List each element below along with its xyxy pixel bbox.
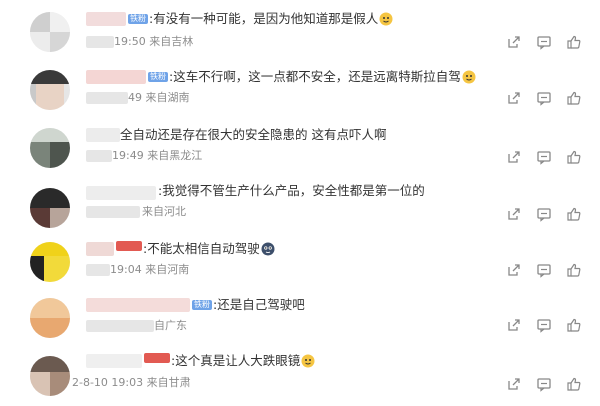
comment-icon[interactable] bbox=[536, 149, 552, 165]
comment-actions bbox=[506, 206, 586, 222]
share-icon[interactable] bbox=[506, 34, 522, 50]
comment-meta: 19:49 来自黑龙江 bbox=[112, 149, 202, 163]
comment-item: :我觉得不管生产什么产品，安全性都是第一位的 来自河北 bbox=[0, 180, 600, 238]
share-icon[interactable] bbox=[506, 376, 522, 392]
comment-location: 来自吉林 bbox=[149, 35, 194, 48]
avatar[interactable] bbox=[30, 242, 70, 282]
share-icon[interactable] bbox=[506, 149, 522, 165]
comment-text: 铁粉:这车不行啊，这一点都不安全，还是远离特斯拉自驾 bbox=[148, 69, 476, 85]
blurred-username bbox=[86, 298, 190, 312]
comment-actions bbox=[506, 317, 586, 333]
blurred-username bbox=[86, 128, 120, 142]
comment-time: 49 bbox=[128, 91, 142, 104]
comment-actions bbox=[506, 149, 586, 165]
blurred-username bbox=[86, 12, 126, 26]
comment-icon[interactable] bbox=[536, 376, 552, 392]
comment-meta: 2-8-10 19:03 来自甘肃 bbox=[72, 376, 191, 390]
comment-time: 19:50 bbox=[114, 35, 146, 48]
comment-time: 19:49 bbox=[112, 149, 144, 162]
fan-badge: 铁粉 bbox=[148, 72, 168, 82]
like-icon[interactable] bbox=[566, 34, 582, 50]
blurred-username bbox=[86, 186, 156, 200]
doge-emoji-icon bbox=[462, 70, 476, 84]
comment-item: 铁粉:这车不行啊，这一点都不安全，还是远离特斯拉自驾 49 来自湖南 bbox=[0, 64, 600, 122]
doge-emoji-icon bbox=[379, 12, 393, 26]
comment-item: 铁粉:还是自己驾驶吧 自广东 bbox=[0, 292, 600, 350]
comment-icon[interactable] bbox=[536, 317, 552, 333]
comment-meta: 来自河北 bbox=[142, 205, 186, 219]
blurred-date bbox=[86, 36, 114, 48]
fan-badge: 铁粉 bbox=[128, 14, 148, 24]
share-icon[interactable] bbox=[506, 206, 522, 222]
like-icon[interactable] bbox=[566, 149, 582, 165]
comment-meta: 49 来自湖南 bbox=[128, 91, 190, 105]
comment-actions bbox=[506, 262, 586, 278]
comment-text: 铁粉:还是自己驾驶吧 bbox=[192, 297, 305, 312]
fan-badge: 铁粉 bbox=[192, 300, 212, 310]
comment-actions bbox=[506, 90, 586, 106]
comment-location: 来自河南 bbox=[145, 263, 190, 276]
comment-icon[interactable] bbox=[536, 90, 552, 106]
comment-text: :这个真是让人大跌眼镜 bbox=[144, 353, 315, 369]
comment-feed: 铁粉:有没有一种可能，是因为他知道那是假人 19:50 来自吉林 铁粉:这车不行… bbox=[0, 0, 600, 404]
comment-location: 来自黑龙江 bbox=[147, 149, 203, 162]
comment-item: :不能太相信自动驾驶 19:04 来自河南 bbox=[0, 236, 600, 294]
comment-location: 自广东 bbox=[154, 319, 187, 332]
like-icon[interactable] bbox=[566, 90, 582, 106]
comment-location: 来自甘肃 bbox=[146, 376, 191, 389]
blurred-date bbox=[86, 92, 128, 104]
dizzy-emoji-icon bbox=[261, 242, 275, 256]
comment-time: 19:04 bbox=[110, 263, 142, 276]
blurred-date bbox=[86, 264, 110, 276]
comment-item: 全自动还是存在很大的安全隐患的 这有点吓人啊 19:49 来自黑龙江 bbox=[0, 122, 600, 180]
blurred-date bbox=[86, 150, 112, 162]
avatar[interactable] bbox=[30, 128, 70, 168]
avatar[interactable] bbox=[30, 70, 70, 110]
blurred-username bbox=[86, 242, 114, 256]
comment-text: 铁粉:有没有一种可能，是因为他知道那是假人 bbox=[128, 11, 393, 27]
like-icon[interactable] bbox=[566, 317, 582, 333]
blurred-username bbox=[86, 354, 142, 368]
comment-icon[interactable] bbox=[536, 262, 552, 278]
avatar[interactable] bbox=[30, 12, 70, 52]
like-icon[interactable] bbox=[566, 376, 582, 392]
comment-text: :我觉得不管生产什么产品，安全性都是第一位的 bbox=[158, 183, 425, 198]
vip-badge bbox=[116, 241, 142, 251]
avatar[interactable] bbox=[30, 188, 70, 228]
comment-icon[interactable] bbox=[536, 34, 552, 50]
like-icon[interactable] bbox=[566, 262, 582, 278]
comment-location: 来自河北 bbox=[142, 205, 186, 218]
avatar[interactable] bbox=[30, 356, 70, 396]
avatar[interactable] bbox=[30, 298, 70, 338]
blurred-username bbox=[86, 70, 146, 84]
comment-time: 2-8-10 19:03 bbox=[72, 376, 144, 389]
comment-meta: 19:04 来自河南 bbox=[110, 263, 189, 277]
comment-icon[interactable] bbox=[536, 206, 552, 222]
doge-emoji-icon bbox=[301, 354, 315, 368]
blurred-date bbox=[86, 320, 154, 332]
comment-actions bbox=[506, 376, 586, 392]
comment-item: :这个真是让人大跌眼镜 2-8-10 19:03 来自甘肃 bbox=[0, 348, 600, 406]
share-icon[interactable] bbox=[506, 317, 522, 333]
comment-meta: 19:50 来自吉林 bbox=[114, 35, 193, 49]
comment-item: 铁粉:有没有一种可能，是因为他知道那是假人 19:50 来自吉林 bbox=[0, 4, 600, 62]
comment-location: 来自湖南 bbox=[145, 91, 190, 104]
comment-actions bbox=[506, 34, 586, 50]
share-icon[interactable] bbox=[506, 90, 522, 106]
comment-meta: 自广东 bbox=[154, 319, 187, 333]
like-icon[interactable] bbox=[566, 206, 582, 222]
comment-text: 全自动还是存在很大的安全隐患的 这有点吓人啊 bbox=[120, 127, 387, 142]
blurred-date bbox=[86, 206, 140, 218]
share-icon[interactable] bbox=[506, 262, 522, 278]
vip-badge bbox=[144, 353, 170, 363]
comment-text: :不能太相信自动驾驶 bbox=[116, 241, 275, 257]
